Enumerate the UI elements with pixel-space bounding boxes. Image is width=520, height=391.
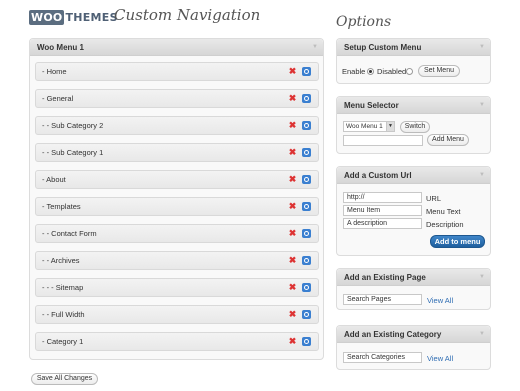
new-menu-name-input[interactable] xyxy=(343,135,423,146)
menu-item-label: - - Archives xyxy=(42,256,80,265)
delete-icon[interactable]: ✖ xyxy=(288,283,297,292)
selector-widget-title: Menu Selector xyxy=(344,101,399,110)
add-existing-category-widget: Add an Existing Category ▼ Search Catego… xyxy=(336,325,491,370)
add-custom-url-widget: Add a Custom Url ▼ http:// URL Menu Item… xyxy=(336,166,491,256)
delete-icon[interactable]: ✖ xyxy=(288,67,297,76)
delete-icon[interactable]: ✖ xyxy=(288,175,297,184)
existing-category-widget-title: Add an Existing Category xyxy=(344,330,442,339)
edit-icon[interactable] xyxy=(302,121,311,130)
edit-icon[interactable] xyxy=(302,94,311,103)
enable-radio[interactable] xyxy=(367,68,374,75)
menu-item-label: - - Sub Category 1 xyxy=(42,148,104,157)
menu-item[interactable]: - Category 1 ✖ xyxy=(35,332,319,351)
view-all-pages-link[interactable]: View All xyxy=(427,296,453,305)
setup-widget-header[interactable]: Setup Custom Menu ▼ xyxy=(337,39,490,56)
set-menu-button[interactable]: Set Menu xyxy=(418,65,460,77)
menu-item-label: - General xyxy=(42,94,74,103)
delete-icon[interactable]: ✖ xyxy=(288,337,297,346)
menu-item-label: - Templates xyxy=(42,202,81,211)
enable-label: Enable xyxy=(342,67,366,76)
woothemes-logo: WOO THEMES xyxy=(29,9,118,26)
description-input[interactable]: A description xyxy=(343,218,422,229)
custom-url-widget-header[interactable]: Add a Custom Url ▼ xyxy=(337,167,490,184)
menu-selector-widget: Menu Selector ▼ Woo Menu 1 ▼ Switch Add … xyxy=(336,96,491,154)
delete-icon[interactable]: ✖ xyxy=(288,256,297,265)
disabled-radio[interactable] xyxy=(406,68,413,75)
edit-icon[interactable] xyxy=(302,337,311,346)
add-existing-page-widget: Add an Existing Page ▼ Search Pages View… xyxy=(336,268,491,310)
existing-category-widget-header[interactable]: Add an Existing Category ▼ xyxy=(337,326,490,343)
collapse-arrow-icon[interactable]: ▼ xyxy=(479,39,485,56)
menu-item[interactable]: - - Sub Category 2 ✖ xyxy=(35,116,319,135)
existing-page-widget-title: Add an Existing Page xyxy=(344,273,426,282)
menu-item-label: - - Full Width xyxy=(42,310,85,319)
edit-icon[interactable] xyxy=(302,148,311,157)
edit-icon[interactable] xyxy=(302,256,311,265)
selector-widget-header[interactable]: Menu Selector ▼ xyxy=(337,97,490,114)
edit-icon[interactable] xyxy=(302,175,311,184)
menu-item-label: - Home xyxy=(42,67,67,76)
delete-icon[interactable]: ✖ xyxy=(288,229,297,238)
edit-icon[interactable] xyxy=(302,229,311,238)
menu-item[interactable]: - - Archives ✖ xyxy=(35,251,319,270)
page-title: Custom Navigation xyxy=(114,6,261,24)
menu-item-label: - - - Sitemap xyxy=(42,283,84,292)
setup-widget-title: Setup Custom Menu xyxy=(344,43,422,52)
menu-select[interactable]: Woo Menu 1 ▼ xyxy=(343,121,395,132)
menu-text-input[interactable]: Menu Item xyxy=(343,205,422,216)
switch-button[interactable]: Switch xyxy=(400,121,430,133)
collapse-arrow-icon[interactable]: ▼ xyxy=(479,326,485,343)
menu-item[interactable]: - - Sub Category 1 ✖ xyxy=(35,143,319,162)
menu-panel-header[interactable]: Woo Menu 1 ▼ xyxy=(30,39,323,56)
add-to-menu-button[interactable]: Add to menu xyxy=(430,235,485,248)
url-label: URL xyxy=(426,194,442,203)
menu-select-value: Woo Menu 1 xyxy=(346,123,383,130)
collapse-arrow-icon[interactable]: ▼ xyxy=(312,39,318,56)
edit-icon[interactable] xyxy=(302,202,311,211)
search-categories-input[interactable]: Search Categories xyxy=(343,352,422,363)
menu-item[interactable]: - - Full Width ✖ xyxy=(35,305,319,324)
delete-icon[interactable]: ✖ xyxy=(288,202,297,211)
setup-custom-menu-widget: Setup Custom Menu ▼ Enable Disabled Set … xyxy=(336,38,491,84)
menu-panel-title: Woo Menu 1 xyxy=(37,43,84,52)
menu-item[interactable]: - General ✖ xyxy=(35,89,319,108)
menu-item[interactable]: - - - Sitemap ✖ xyxy=(35,278,319,297)
menu-item[interactable]: - - Contact Form ✖ xyxy=(35,224,319,243)
delete-icon[interactable]: ✖ xyxy=(288,121,297,130)
disabled-label: Disabled xyxy=(377,67,407,76)
delete-icon[interactable]: ✖ xyxy=(288,148,297,157)
menu-item[interactable]: - Home ✖ xyxy=(35,62,319,81)
edit-icon[interactable] xyxy=(302,310,311,319)
custom-url-widget-title: Add a Custom Url xyxy=(344,171,412,180)
add-menu-button[interactable]: Add Menu xyxy=(427,134,469,146)
collapse-arrow-icon[interactable]: ▼ xyxy=(479,97,485,114)
collapse-arrow-icon[interactable]: ▼ xyxy=(479,269,485,286)
options-title: Options xyxy=(336,14,392,30)
menu-item-label: - - Contact Form xyxy=(42,229,97,238)
menu-item-label: - - Sub Category 2 xyxy=(42,121,104,130)
delete-icon[interactable]: ✖ xyxy=(288,310,297,319)
search-pages-input[interactable]: Search Pages xyxy=(343,294,422,305)
url-input[interactable]: http:// xyxy=(343,192,422,203)
logo-woo-text: WOO xyxy=(29,10,65,25)
delete-icon[interactable]: ✖ xyxy=(288,94,297,103)
view-all-categories-link[interactable]: View All xyxy=(427,354,453,363)
collapse-arrow-icon[interactable]: ▼ xyxy=(479,167,485,184)
menu-item-label: - About xyxy=(42,175,66,184)
menu-item[interactable]: - About ✖ xyxy=(35,170,319,189)
logo-themes-text: THEMES xyxy=(65,11,118,24)
save-all-changes-button[interactable]: Save All Changes xyxy=(31,373,98,385)
menu-panel: Woo Menu 1 ▼ - Home ✖ - General ✖ - - Su… xyxy=(29,38,324,360)
existing-page-widget-header[interactable]: Add an Existing Page ▼ xyxy=(337,269,490,286)
edit-icon[interactable] xyxy=(302,283,311,292)
menu-item[interactable]: - Templates ✖ xyxy=(35,197,319,216)
description-label: Description xyxy=(426,220,464,229)
edit-icon[interactable] xyxy=(302,67,311,76)
menu-text-label: Menu Text xyxy=(426,207,461,216)
menu-item-label: - Category 1 xyxy=(42,337,84,346)
chevron-down-icon: ▼ xyxy=(386,122,394,131)
